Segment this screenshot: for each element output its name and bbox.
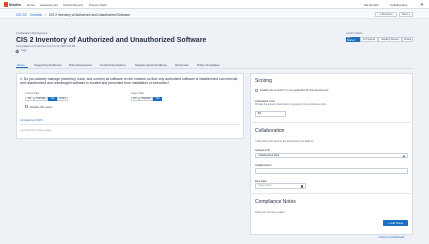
add-notes-button[interactable]: + Add Notes: [383, 219, 408, 226]
page-title: CIS 2 Inventory of Authorized and Unauth…: [16, 36, 207, 44]
target-state-no[interactable]: No: [131, 96, 139, 102]
tab-risk-assessment[interactable]: Risk Assessment: [69, 63, 92, 67]
not-applicable-checkbox[interactable]: [255, 89, 259, 93]
disable-action-label: Disable this action: [30, 104, 53, 109]
assigned-to-label: Assigned To: [255, 147, 271, 152]
return-to-dashboard-link[interactable]: « Return to Dashboard: [378, 236, 404, 239]
breadcrumb-separator: /: [26, 12, 27, 17]
tab-supplemental-guidance[interactable]: Supplemental Guidance: [135, 63, 167, 67]
tags-label[interactable]: Tags: [21, 49, 26, 52]
org-menu[interactable]: Collaborative: [390, 3, 408, 7]
collaboration-help: * Discussion with users in the assessmen…: [255, 139, 314, 143]
last-updated-text: Last updated on by document on Nov 16, 2…: [16, 44, 76, 48]
breadcrumb-controls[interactable]: Controls: [30, 13, 42, 17]
nav-item-privacy-dash[interactable]: Privacy Dash: [89, 3, 107, 7]
collaboration-heading: Collaboration: [255, 128, 285, 134]
question-text: 1. Do you actively manage (inventory, tr…: [20, 76, 239, 86]
brand-name[interactable]: Sizzlex: [9, 3, 21, 7]
status-not-started[interactable]: Not Started: [346, 36, 360, 42]
target-state-label: Target State: [131, 91, 144, 95]
active-tab-indicator: [16, 67, 28, 69]
current-state-label: Current State: [25, 91, 40, 95]
collaborators-label: Collaborators: [255, 163, 272, 167]
current-state-other[interactable]: Other: [57, 96, 68, 102]
due-date-input[interactable]: Select Date: [255, 183, 306, 189]
status-closed[interactable]: Closed: [402, 36, 413, 42]
target-state-partially[interactable]: Partially: [139, 96, 153, 102]
chevron-down-icon: [402, 154, 406, 158]
due-date-placeholder: Select Date: [258, 184, 272, 188]
not-applicable-label: Disable this control if it is not applic…: [260, 89, 330, 93]
calculated-cost-help: Provide the amount of all costs or a gro…: [255, 103, 327, 106]
calculated-cost-label: Calculated Cost: [255, 98, 275, 103]
compliance-notes-heading: Compliance Notes: [255, 199, 296, 205]
assigned-to-value: Collaborative Role: [258, 153, 280, 157]
tab-supporting-evidence[interactable]: Supporting Evidence: [34, 63, 62, 67]
page-subtitle: Configuration Management: [16, 31, 48, 35]
status-awaiting-review[interactable]: Awaiting Review: [378, 36, 402, 42]
control-status-label: Control Status: [346, 31, 363, 35]
calendar-icon: [300, 185, 304, 188]
assigned-to-select[interactable]: Collaborative Role: [255, 152, 408, 159]
tag-icon: [15, 49, 20, 53]
disable-action-checkbox[interactable]: [25, 104, 29, 108]
collaborators-input[interactable]: [255, 168, 408, 174]
tab-outcomes[interactable]: Outcomes: [175, 63, 189, 67]
current-state-no[interactable]: No: [25, 96, 34, 102]
status-in-progress[interactable]: In Progress: [360, 36, 378, 42]
tab-control-description[interactable]: Control Description: [100, 63, 126, 67]
tab-policy-templates[interactable]: Policy Templates: [197, 63, 219, 67]
user-menu[interactable]: Ms.Garrido: [364, 3, 379, 7]
annotations-link[interactable]: Annotations (10/15): [20, 119, 43, 122]
nav-item-home[interactable]: Home: [27, 3, 35, 7]
current-state-partially[interactable]: Partially: [34, 96, 48, 102]
nav-item-global-reports[interactable]: Global Reports: [63, 3, 83, 7]
scoring-heading: Scoring: [255, 78, 272, 84]
comment-input[interactable]: e.g. Items are in place to date: [20, 129, 52, 132]
previous-button[interactable]: « Previous: [375, 11, 397, 18]
breadcrumb-separator: /: [45, 12, 46, 17]
nav-item-assessments[interactable]: Assessments: [40, 3, 58, 7]
breadcrumb-current: CIS 2 Inventory of Authorized and Unauth…: [49, 12, 130, 17]
due-date-label: Due Date: [255, 178, 267, 183]
cost-input[interactable]: $0: [255, 111, 286, 117]
next-button[interactable]: Next »: [399, 11, 413, 18]
breadcrumb-cis23[interactable]: CIS 23: [16, 13, 26, 17]
tab-score[interactable]: Score: [17, 63, 25, 67]
brand-logo-icon[interactable]: [4, 2, 8, 7]
current-state-yes[interactable]: Yes: [48, 96, 57, 102]
notes-empty-text: Notes can not been created: [255, 210, 285, 214]
target-state-yes[interactable]: Yes: [153, 96, 162, 102]
